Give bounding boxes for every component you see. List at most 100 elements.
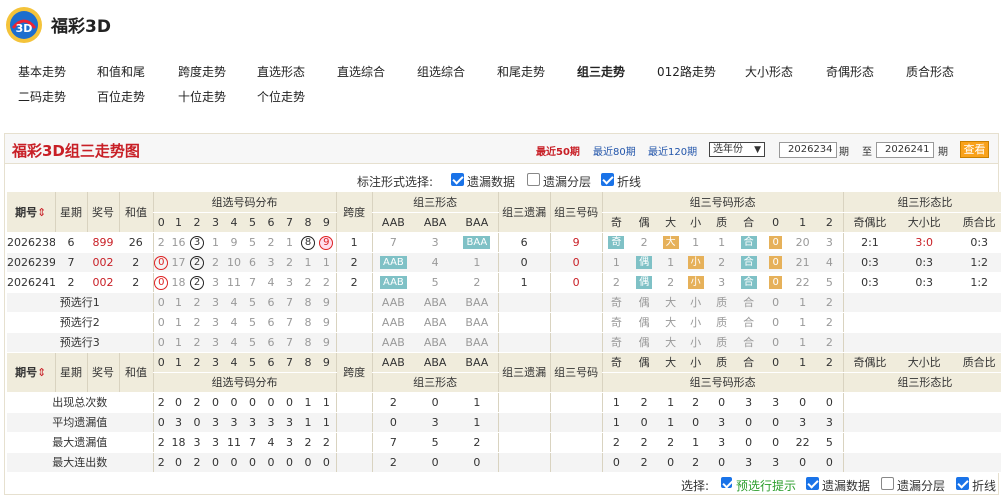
- preselect-digit[interactable]: 6: [262, 292, 280, 313]
- preselect-digit[interactable]: 6: [262, 312, 280, 333]
- preselect-form[interactable]: BAA: [456, 312, 499, 333]
- preselect-codeform[interactable]: 质: [708, 332, 736, 353]
- preselect-codeform[interactable]: 大: [658, 292, 684, 313]
- nav-item-12[interactable]: 质合形态: [906, 63, 954, 80]
- range-80-link[interactable]: 最近80期: [593, 143, 636, 158]
- range-120-link[interactable]: 最近120期: [648, 143, 697, 158]
- nav-item-8[interactable]: 组三走势: [577, 63, 625, 80]
- preselect-digit[interactable]: 9: [317, 292, 337, 313]
- preselect-codeform[interactable]: 2: [816, 312, 844, 333]
- preselect-codeform[interactable]: 质: [708, 312, 736, 333]
- fucai-3d-logo-icon[interactable]: 3D: [5, 6, 43, 44]
- preselect-codeform[interactable]: 合: [735, 332, 763, 353]
- bottom-polyline-checkbox[interactable]: [956, 477, 969, 490]
- preselect-digit[interactable]: 4: [225, 312, 243, 333]
- range-50-link[interactable]: 最近50期: [536, 143, 580, 158]
- missing-layer-checkbox[interactable]: [527, 173, 540, 186]
- nav-item-15[interactable]: 十位走势: [178, 88, 226, 105]
- preselect-form[interactable]: AAB: [371, 312, 415, 333]
- preselect-digit[interactable]: 8: [299, 332, 317, 353]
- preselect-codeform[interactable]: 大: [658, 332, 684, 353]
- preselect-codeform[interactable]: 1: [789, 292, 817, 313]
- preselect-codeform[interactable]: 偶: [630, 332, 659, 353]
- preselect-form[interactable]: ABA: [414, 312, 457, 333]
- polyline-checkbox[interactable]: [601, 173, 614, 186]
- nav-item-14[interactable]: 百位走势: [97, 88, 145, 105]
- preselect-digit[interactable]: 4: [225, 332, 243, 353]
- preselect-codeform[interactable]: 1: [789, 312, 817, 333]
- missing-data-checkbox[interactable]: [451, 173, 464, 186]
- preselect-digit[interactable]: 5: [243, 312, 262, 333]
- preselect-digit[interactable]: 8: [299, 312, 317, 333]
- preselect-codeform[interactable]: 小: [683, 292, 709, 313]
- preselect-hint-checkbox[interactable]: [721, 477, 732, 488]
- bottom-missing-layer-checkbox[interactable]: [881, 477, 894, 490]
- preselect-codeform[interactable]: 2: [816, 332, 844, 353]
- preselect-codeform[interactable]: 大: [658, 312, 684, 333]
- nav-item-10[interactable]: 大小形态: [745, 63, 793, 80]
- preselect-row[interactable]: 预选行3 0 1 2 3 4 5 6 7 8 9 AAB ABA BAA 奇偶大小质合 0 1 2: [7, 332, 1001, 353]
- preselect-codeform[interactable]: 偶: [630, 312, 659, 333]
- nav-item-9[interactable]: 012路走势: [657, 63, 716, 80]
- preselect-digit[interactable]: 7: [280, 292, 299, 313]
- preselect-codeform[interactable]: 2: [816, 292, 844, 313]
- preselect-form[interactable]: ABA: [414, 332, 457, 353]
- preselect-digit[interactable]: 3: [206, 292, 225, 313]
- nav-item-7[interactable]: 和尾走势: [497, 63, 545, 80]
- preselect-form[interactable]: BAA: [456, 332, 499, 353]
- nav-item-6[interactable]: 组选综合: [417, 63, 465, 80]
- preselect-codeform[interactable]: 0: [762, 332, 790, 353]
- bottom-missing-data-checkbox[interactable]: [806, 477, 819, 490]
- preselect-digit[interactable]: 8: [299, 292, 317, 313]
- preselect-digit[interactable]: 5: [243, 332, 262, 353]
- preselect-form[interactable]: AAB: [371, 332, 415, 353]
- nav-item-5[interactable]: 直选综合: [337, 63, 385, 80]
- preselect-row[interactable]: 预选行1 0 1 2 3 4 5 6 7 8 9 AAB ABA BAA 奇偶大小质合 0 1 2: [7, 292, 1001, 313]
- preselect-codeform[interactable]: 奇: [601, 312, 631, 333]
- preselect-digit[interactable]: 9: [317, 332, 337, 353]
- preselect-digit[interactable]: 1: [169, 292, 188, 313]
- nav-item-2[interactable]: 和值和尾: [97, 63, 145, 80]
- preselect-form[interactable]: AAB: [371, 292, 415, 313]
- preselect-digit[interactable]: 0: [152, 292, 169, 313]
- preselect-digit[interactable]: 2: [188, 312, 206, 333]
- preselect-digit[interactable]: 4: [225, 292, 243, 313]
- year-select[interactable]: 选年份 ▼: [709, 142, 765, 157]
- preselect-codeform[interactable]: 合: [735, 292, 763, 313]
- preselect-codeform[interactable]: 奇: [601, 292, 631, 313]
- query-button[interactable]: 查看: [960, 141, 989, 158]
- nav-item-11[interactable]: 奇偶形态: [826, 63, 874, 80]
- preselect-codeform[interactable]: 小: [683, 312, 709, 333]
- preselect-codeform[interactable]: 偶: [630, 292, 659, 313]
- nav-item-1[interactable]: 基本走势: [18, 63, 66, 80]
- preselect-digit[interactable]: 0: [152, 332, 169, 353]
- issue-header[interactable]: 期号⇕: [7, 192, 55, 233]
- preselect-form[interactable]: BAA: [456, 292, 499, 313]
- preselect-digit[interactable]: 7: [280, 312, 299, 333]
- preselect-codeform[interactable]: 0: [762, 292, 790, 313]
- preselect-digit[interactable]: 2: [188, 332, 206, 353]
- preselect-digit[interactable]: 0: [152, 312, 169, 333]
- nav-item-16[interactable]: 个位走势: [257, 88, 305, 105]
- footer-issue-header[interactable]: 期号⇕: [7, 352, 55, 393]
- preselect-codeform[interactable]: 奇: [601, 332, 631, 353]
- preselect-digit[interactable]: 6: [262, 332, 280, 353]
- preselect-codeform[interactable]: 小: [683, 332, 709, 353]
- preselect-codeform[interactable]: 1: [789, 332, 817, 353]
- preselect-row[interactable]: 预选行2 0 1 2 3 4 5 6 7 8 9 AAB ABA BAA 奇偶大小质合 0 1 2: [7, 312, 1001, 333]
- from-issue-input[interactable]: 2026234: [779, 142, 837, 158]
- preselect-digit[interactable]: 2: [188, 292, 206, 313]
- nav-item-3[interactable]: 跨度走势: [178, 63, 226, 80]
- nav-item-13[interactable]: 二码走势: [18, 88, 66, 105]
- preselect-codeform[interactable]: 合: [735, 312, 763, 333]
- preselect-digit[interactable]: 1: [169, 312, 188, 333]
- preselect-codeform[interactable]: 0: [762, 312, 790, 333]
- preselect-digit[interactable]: 1: [169, 332, 188, 353]
- to-issue-input[interactable]: 2026241: [876, 142, 934, 158]
- nav-item-4[interactable]: 直选形态: [257, 63, 305, 80]
- preselect-digit[interactable]: 5: [243, 292, 262, 313]
- preselect-codeform[interactable]: 质: [708, 292, 736, 313]
- preselect-form[interactable]: ABA: [414, 292, 457, 313]
- preselect-digit[interactable]: 7: [280, 332, 299, 353]
- preselect-digit[interactable]: 3: [206, 312, 225, 333]
